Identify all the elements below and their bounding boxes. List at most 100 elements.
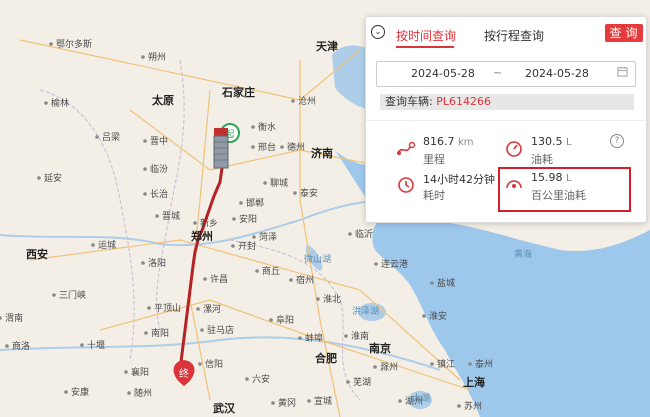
- city-label: 黄冈: [278, 397, 296, 409]
- city-dot: [457, 404, 461, 408]
- city-dot: [344, 334, 348, 338]
- city-dot: [373, 365, 377, 369]
- help-icon[interactable]: ?: [610, 134, 624, 148]
- map-city-major-6: 武汉: [213, 401, 236, 415]
- city-dot: [124, 370, 128, 374]
- city-dot: [269, 318, 273, 322]
- date-range-picker[interactable]: 2024-05-28 ~ 2024-05-28: [376, 61, 636, 87]
- city-label: 盐城: [437, 277, 455, 289]
- date-end[interactable]: 2024-05-28: [525, 67, 589, 80]
- city-dot: [398, 399, 402, 403]
- city-dot: [280, 145, 284, 149]
- map-city-major-9: 上海: [463, 375, 485, 389]
- city-label: 蚌埠: [305, 332, 323, 344]
- trip-query-panel: ⌄ 按时间查询 按行程查询 查询 2024-05-28 ~ 2024-05-28…: [365, 16, 647, 223]
- duration-value: 14小时42分钟: [423, 173, 495, 186]
- tab-by-time[interactable]: 按时间查询: [396, 27, 456, 44]
- city-label: 泰安: [300, 187, 318, 199]
- city-label: 淮安: [429, 310, 447, 322]
- city-dot: [307, 399, 311, 403]
- city-dot: [5, 344, 9, 348]
- city-dot: [252, 235, 256, 239]
- tab-by-trip[interactable]: 按行程查询: [484, 27, 544, 44]
- city-label: 苏州: [464, 400, 482, 412]
- city-label: 驻马店: [207, 324, 234, 336]
- city-label: 新乡: [200, 217, 218, 229]
- water-label-2: 洪泽湖: [352, 305, 379, 317]
- city-label: 合肥: [315, 351, 337, 365]
- city-dot: [64, 390, 68, 394]
- city-dot: [49, 42, 53, 46]
- city-label: 太原: [151, 93, 174, 107]
- city-label: 阜阳: [276, 314, 294, 326]
- city-label: 安康: [71, 386, 89, 398]
- city-dot: [348, 232, 352, 236]
- route-distance-icon: [397, 141, 416, 155]
- mileage-unit: km: [458, 137, 474, 148]
- city-label: 信阳: [205, 358, 223, 370]
- date-start[interactable]: 2024-05-28: [411, 67, 475, 80]
- collapse-chevron-icon[interactable]: ⌄: [371, 25, 385, 39]
- map-city-major-3: 济南: [311, 146, 333, 160]
- end-marker-label: 终: [179, 367, 189, 380]
- city-dot: [293, 191, 297, 195]
- city-label: 菏泽: [259, 232, 277, 243]
- city-label: 洛阳: [148, 257, 166, 269]
- mileage-value: 816.7: [423, 135, 455, 148]
- city-dot: [239, 201, 243, 205]
- city-dot: [127, 391, 131, 395]
- city-dot: [141, 261, 145, 265]
- city-label: 衡水: [258, 121, 276, 133]
- city-label: 淮南: [351, 330, 369, 342]
- city-label: 延安: [44, 172, 62, 184]
- city-label: 商洛: [12, 340, 30, 352]
- city-label: 宣城: [314, 395, 332, 407]
- city-label: 榆林: [51, 97, 69, 109]
- city-label: 连云港: [381, 258, 408, 270]
- city-label: 晋城: [162, 211, 180, 222]
- calendar-icon[interactable]: [617, 66, 628, 77]
- fuel-label: 油耗: [531, 153, 553, 166]
- city-label: 上海: [463, 375, 485, 389]
- city-label: 临沂: [355, 228, 373, 240]
- map-city-major-4: 郑州: [191, 229, 213, 243]
- city-dot: [263, 181, 267, 185]
- city-label: 石家庄: [221, 85, 255, 99]
- city-label: 西安: [26, 247, 48, 261]
- map-city-0: 鄂尔多斯: [49, 38, 92, 50]
- city-label: 邯郸: [246, 197, 264, 209]
- city-dot: [346, 380, 350, 384]
- map-city-major-1: 石家庄: [221, 85, 255, 99]
- city-dot: [422, 314, 426, 318]
- fuel-gauge-icon: [506, 141, 522, 157]
- query-button[interactable]: 查询: [605, 24, 643, 42]
- city-label: 南阳: [151, 327, 169, 339]
- city-dot: [374, 262, 378, 266]
- city-dot: [232, 217, 236, 221]
- city-dot: [255, 269, 259, 273]
- city-dot: [141, 55, 145, 59]
- city-label: 德州: [287, 141, 305, 153]
- map-city-major-7: 合肥: [315, 351, 337, 365]
- city-label: 邢台: [258, 141, 276, 153]
- city-dot: [143, 192, 147, 196]
- city-label: 镇江: [437, 358, 455, 370]
- vehicle-label: 查询车辆:: [385, 95, 433, 108]
- city-label: 淮北: [323, 294, 341, 305]
- city-label: 十堰: [87, 339, 105, 351]
- city-label: 朔州: [148, 51, 166, 63]
- city-dot: [193, 221, 197, 225]
- vehicle-plate: PL614266: [436, 95, 491, 108]
- city-label: 济南: [311, 146, 333, 160]
- city-dot: [245, 377, 249, 381]
- city-label: 商丘: [262, 265, 280, 277]
- map-city-major-8: 南京: [369, 341, 391, 355]
- vehicle-marker-icon[interactable]: [213, 128, 229, 169]
- city-dot: [430, 362, 434, 366]
- water-label-3: 太湖: [412, 392, 430, 404]
- city-label: 长治: [150, 188, 168, 200]
- city-dot: [271, 401, 275, 405]
- city-dot: [37, 176, 41, 180]
- map-city-major-5: 西安: [26, 247, 48, 261]
- divider: [366, 120, 646, 121]
